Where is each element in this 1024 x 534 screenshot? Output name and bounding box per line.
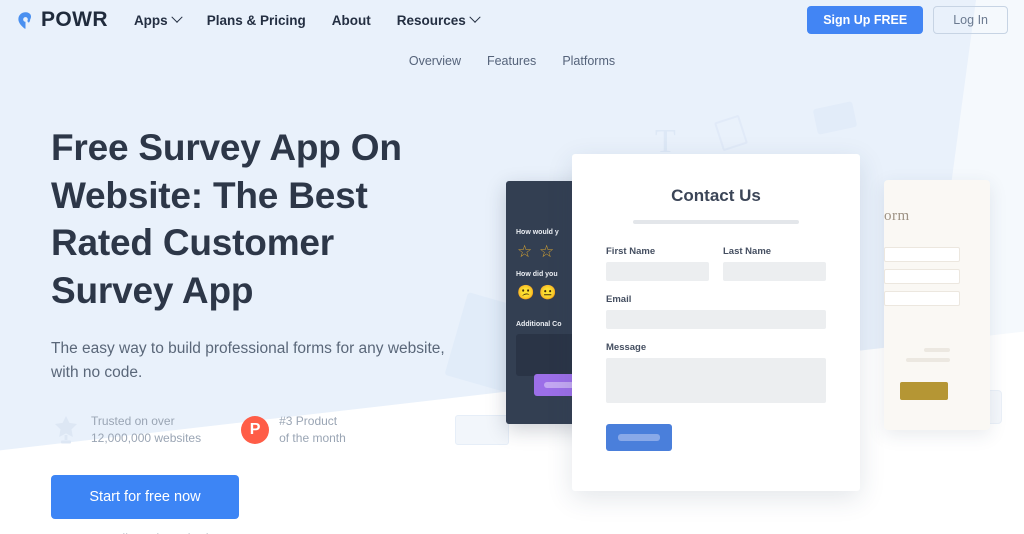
subnav-item-features[interactable]: Features — [487, 54, 536, 68]
hero-subtitle: The easy way to build professional forms… — [51, 339, 445, 381]
hero-content: Free Survey App On Website: The Best Rat… — [51, 124, 451, 534]
email-label: Email — [606, 294, 632, 305]
subnav-item-platforms[interactable]: Platforms — [562, 54, 615, 68]
chevron-down-icon-2 — [469, 11, 481, 23]
name-row: First Name Last Name — [606, 246, 826, 281]
beige-input-3 — [884, 291, 960, 306]
powr-logo[interactable]: POWR — [16, 8, 108, 32]
beige-form-card: orm — [884, 180, 990, 430]
dark-question-3: Additional Co — [516, 321, 562, 328]
message-label: Message — [606, 342, 647, 353]
primary-nav: Apps Plans & Pricing About Resources — [133, 11, 481, 28]
secondary-nav: Overview Features Platforms — [0, 54, 1024, 68]
beige-submit-button — [900, 382, 948, 400]
page-title: Free Survey App On Website: The Best Rat… — [51, 127, 402, 312]
frown-face-icon: 😕 — [517, 284, 535, 300]
badge-trusted-websites: Trusted on over 12,000,000 websites — [51, 413, 201, 447]
email-field: Email — [606, 294, 826, 329]
dark-question-1: How would y — [516, 229, 559, 236]
hero-card-stack: orm C How would y ☆ ☆ How did you 😕 😐 Ad… — [440, 100, 1024, 534]
message-input[interactable] — [606, 358, 826, 403]
chevron-down-icon — [171, 11, 183, 23]
dark-question-2: How did you — [516, 271, 558, 278]
contact-form-title: Contact Us — [671, 186, 761, 205]
badge-trusted-line1: Trusted on over — [91, 413, 175, 428]
powr-droplet-icon — [16, 11, 35, 30]
neutral-face-icon: 😐 — [539, 284, 557, 300]
start-for-free-button[interactable]: Start for free now — [51, 474, 239, 519]
log-in-button[interactable]: Log In — [933, 6, 1008, 34]
beige-line-1 — [924, 348, 950, 352]
badge-trusted-text: Trusted on over 12,000,000 websites — [91, 413, 201, 447]
badge-product-line1: #3 Product — [279, 413, 338, 428]
badge-product-line2: of the month — [279, 430, 346, 445]
contact-submit-button[interactable] — [606, 424, 672, 451]
email-input[interactable] — [606, 310, 826, 329]
last-name-label: Last Name — [723, 246, 772, 257]
badge-product-text: #3 Product of the month — [279, 413, 346, 447]
nav-item-apps[interactable]: Apps — [133, 11, 183, 28]
beige-form-title: orm — [884, 208, 910, 224]
first-name-input[interactable] — [606, 262, 709, 281]
submit-label-bar — [618, 434, 660, 441]
nav-item-plans-pricing[interactable]: Plans & Pricing — [207, 13, 306, 28]
trust-badges: Trusted on over 12,000,000 websites P #3… — [51, 413, 451, 447]
last-name-field: Last Name — [723, 246, 826, 281]
nav-item-resources[interactable]: Resources — [396, 11, 481, 28]
sign-up-button[interactable]: Sign Up FREE — [807, 6, 924, 34]
title-underline — [633, 220, 799, 224]
beige-line-2 — [906, 358, 950, 362]
badge-trusted-line2: 12,000,000 websites — [91, 430, 202, 445]
star-outline-icon-2: ☆ — [539, 242, 555, 261]
nav-label-apps: Apps — [133, 12, 168, 28]
top-navigation-bar: POWR Apps Plans & Pricing About Resource… — [0, 0, 1024, 40]
star-outline-icon: ☆ — [517, 242, 533, 261]
nav-label-resources: Resources — [396, 12, 466, 28]
last-name-input[interactable] — [723, 262, 826, 281]
star-trophy-icon — [51, 414, 81, 446]
cta-section: Start for free now No credit card requir… — [51, 474, 451, 534]
subnav-item-overview[interactable]: Overview — [409, 54, 461, 68]
header-actions: Sign Up FREE Log In — [807, 6, 1008, 34]
first-name-label: First Name — [606, 246, 656, 257]
first-name-field: First Name — [606, 246, 709, 281]
nav-item-about[interactable]: About — [332, 13, 371, 28]
contact-form-card: Contact Us First Name Last Name Email Me… — [572, 154, 860, 491]
nav-label-about: About — [331, 12, 371, 28]
badge-product-hunt: P #3 Product of the month — [241, 413, 346, 447]
powr-wordmark: POWR — [41, 8, 108, 31]
product-hunt-icon: P — [241, 415, 270, 444]
nav-label-plans-pricing: Plans & Pricing — [206, 12, 306, 28]
beige-input-1 — [884, 247, 960, 262]
beige-input-2 — [884, 269, 960, 284]
message-field: Message — [606, 342, 826, 408]
